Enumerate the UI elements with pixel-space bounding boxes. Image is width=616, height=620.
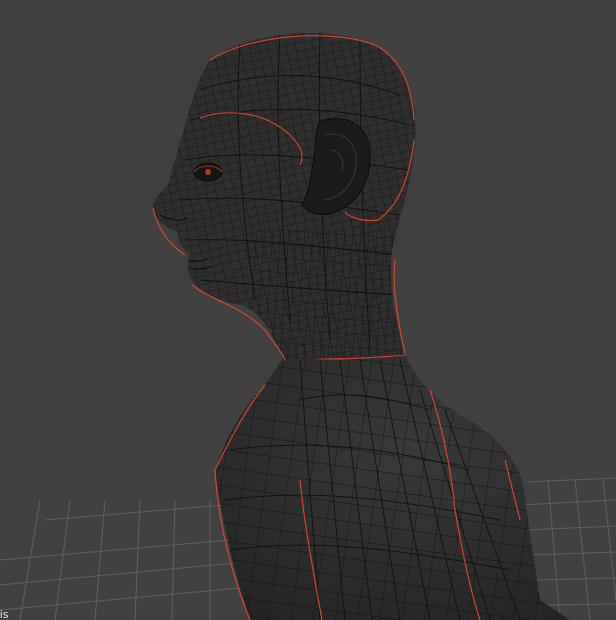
eye-mesh — [193, 162, 223, 182]
3d-viewport[interactable]: sis — [0, 0, 616, 620]
viewport-status-text: sis — [0, 608, 9, 620]
viewport-canvas[interactable] — [0, 0, 616, 620]
torso-mesh[interactable] — [200, 340, 600, 620]
head-mesh[interactable] — [140, 20, 440, 370]
